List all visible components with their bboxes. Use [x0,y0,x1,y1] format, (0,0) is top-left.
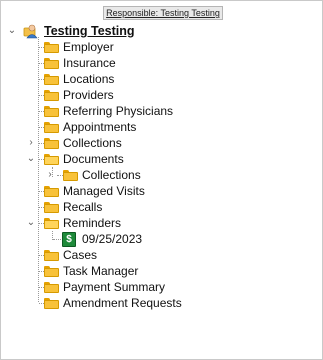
tree-item-managed-visits[interactable]: Managed Visits [1,183,301,199]
tree-item-label[interactable]: 09/25/2023 [82,231,142,247]
folder-icon [44,74,59,85]
folder-icon [44,218,59,229]
chevron-down-icon[interactable]: ⌄ [26,218,36,228]
patient-tree-panel: Responsible: Testing Testing ⌄ Testing T… [0,0,323,360]
tree-item-employer[interactable]: Employer [1,39,301,55]
tree-item-providers[interactable]: Providers [1,87,301,103]
folder-icon [44,90,59,101]
chevron-down-icon[interactable]: ⌄ [7,26,17,36]
folder-icon [44,138,59,149]
tree-item-appointments[interactable]: Appointments [1,119,301,135]
folder-icon [44,122,59,133]
folder-icon [44,58,59,69]
tree-item-label[interactable]: Payment Summary [63,279,165,295]
tree-item-collections[interactable]: › Collections [1,135,301,151]
tree-item-reminders[interactable]: ⌄ Reminders [1,215,301,231]
tree-item-task-manager[interactable]: Task Manager [1,263,301,279]
tree-item-label[interactable]: Recalls [63,199,102,215]
tree-item-label[interactable]: Appointments [63,119,136,135]
tree-item-label[interactable]: Collections [63,135,122,151]
tree-item-label[interactable]: Documents [63,151,124,167]
folder-icon [44,106,59,117]
tree-item-referring-physicians[interactable]: Referring Physicians [1,103,301,119]
dollar-icon: $ [62,232,76,247]
folder-icon [44,154,59,165]
tree-item-cases[interactable]: Cases [1,247,301,263]
tree-item-label[interactable]: Employer [63,39,114,55]
folder-icon [44,250,59,261]
tree-item-documents-collections[interactable]: › Collections [1,167,301,183]
tree-item-label[interactable]: Reminders [63,215,121,231]
tree-item-label[interactable]: Referring Physicians [63,103,173,119]
folder-icon [44,282,59,293]
responsible-label[interactable]: Responsible: Testing Testing [103,6,223,20]
folder-icon [44,202,59,213]
tree-item-label[interactable]: Collections [82,167,141,183]
tree-root-node[interactable]: ⌄ Testing Testing [1,23,301,39]
tree-item-label[interactable]: Cases [63,247,97,263]
folder-icon [44,186,59,197]
tree-item-documents[interactable]: ⌄ Documents [1,151,301,167]
tree-item-label[interactable]: Providers [63,87,114,103]
folder-icon [44,298,59,309]
folder-icon [63,170,78,181]
tree-item-label[interactable]: Amendment Requests [63,295,182,311]
chevron-right-icon[interactable]: › [26,138,36,148]
tree-item-label[interactable]: Managed Visits [63,183,145,199]
tree-item-reminder-date[interactable]: $ 09/25/2023 [1,231,301,247]
patient-name[interactable]: Testing Testing [44,23,135,39]
tree-item-amendment-requests[interactable]: Amendment Requests [1,295,301,311]
chevron-right-icon[interactable]: › [45,170,55,180]
tree-item-payment-summary[interactable]: Payment Summary [1,279,301,295]
tree-item-insurance[interactable]: Insurance [1,55,301,71]
tree-item-label[interactable]: Insurance [63,55,116,71]
patient-icon [23,24,38,39]
tree-item-label[interactable]: Task Manager [63,263,138,279]
chevron-down-icon[interactable]: ⌄ [26,154,36,164]
folder-icon [44,266,59,277]
tree-connector [53,239,61,240]
tree-item-recalls[interactable]: Recalls [1,199,301,215]
folder-icon [44,42,59,53]
tree-item-label[interactable]: Locations [63,71,114,87]
tree-item-locations[interactable]: Locations [1,71,301,87]
